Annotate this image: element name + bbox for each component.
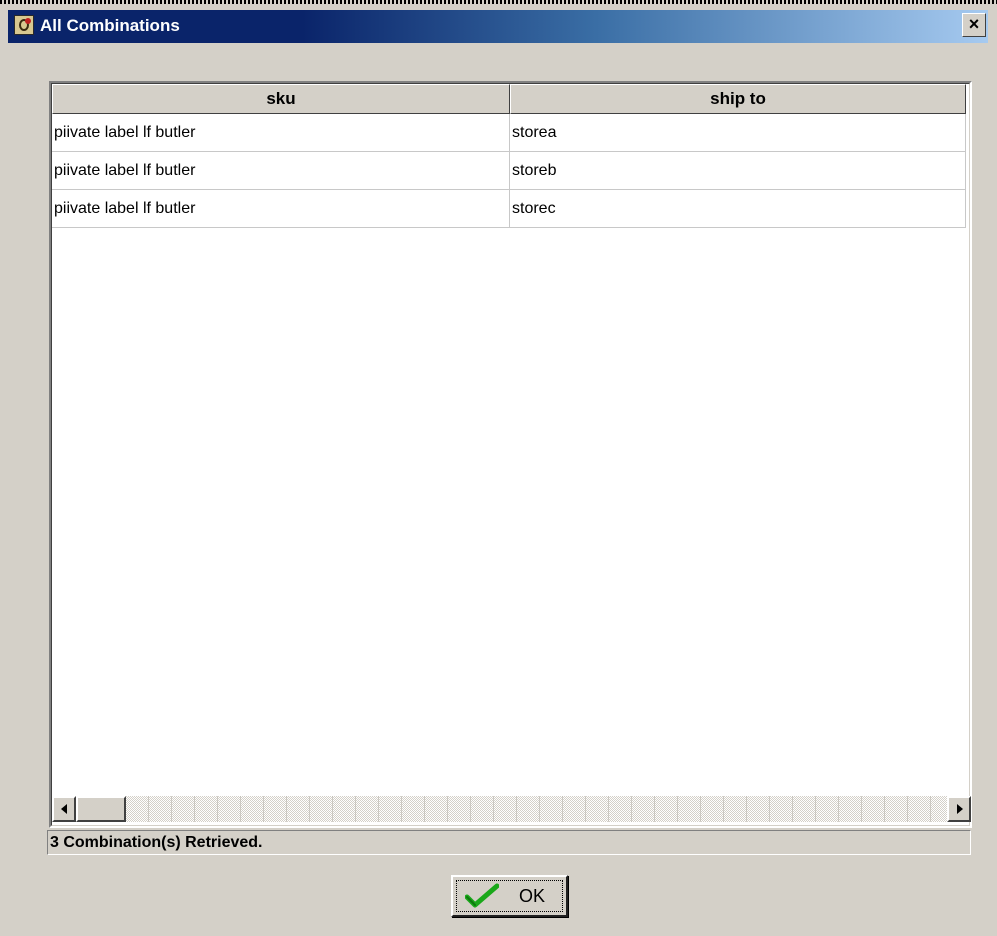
cell-ship-to[interactable]: storec [510, 190, 966, 228]
status-bar: 3 Combination(s) Retrieved. [47, 830, 971, 855]
cell-sku[interactable]: piivate label lf butler [52, 152, 510, 190]
all-combinations-dialog: All Combinations × sku ship to piivate l… [0, 0, 997, 936]
arrow-right-icon[interactable] [947, 796, 971, 822]
combinations-table[interactable]: sku ship to piivate label lf butler stor… [49, 81, 972, 828]
table-row[interactable]: piivate label lf butler storeb [52, 152, 966, 190]
close-icon: × [968, 14, 980, 34]
checkmark-icon [465, 883, 499, 908]
cell-sku[interactable]: piivate label lf butler [52, 114, 510, 152]
column-header-ship-to[interactable]: ship to [510, 84, 966, 114]
scroll-track[interactable] [126, 796, 947, 822]
table-row[interactable]: piivate label lf butler storea [52, 114, 966, 152]
table-frame: sku ship to piivate label lf butler stor… [51, 83, 971, 826]
table-row[interactable]: piivate label lf butler storec [52, 190, 966, 228]
cell-ship-to[interactable]: storeb [510, 152, 966, 190]
title-bar[interactable]: All Combinations [8, 10, 988, 43]
close-button[interactable]: × [962, 13, 986, 37]
cell-ship-to[interactable]: storea [510, 114, 966, 152]
dotted-top-border [0, 0, 997, 4]
scroll-thumb[interactable] [76, 796, 126, 822]
table-header-row: sku ship to [52, 84, 966, 114]
app-icon[interactable] [14, 15, 34, 35]
cell-sku[interactable]: piivate label lf butler [52, 190, 510, 228]
ok-label: OK [519, 886, 546, 906]
ok-button[interactable]: OK [451, 875, 568, 917]
arrow-left-icon[interactable] [52, 796, 76, 822]
window-title: All Combinations [40, 16, 180, 35]
horizontal-scrollbar[interactable] [52, 796, 971, 822]
column-header-sku[interactable]: sku [52, 84, 510, 114]
